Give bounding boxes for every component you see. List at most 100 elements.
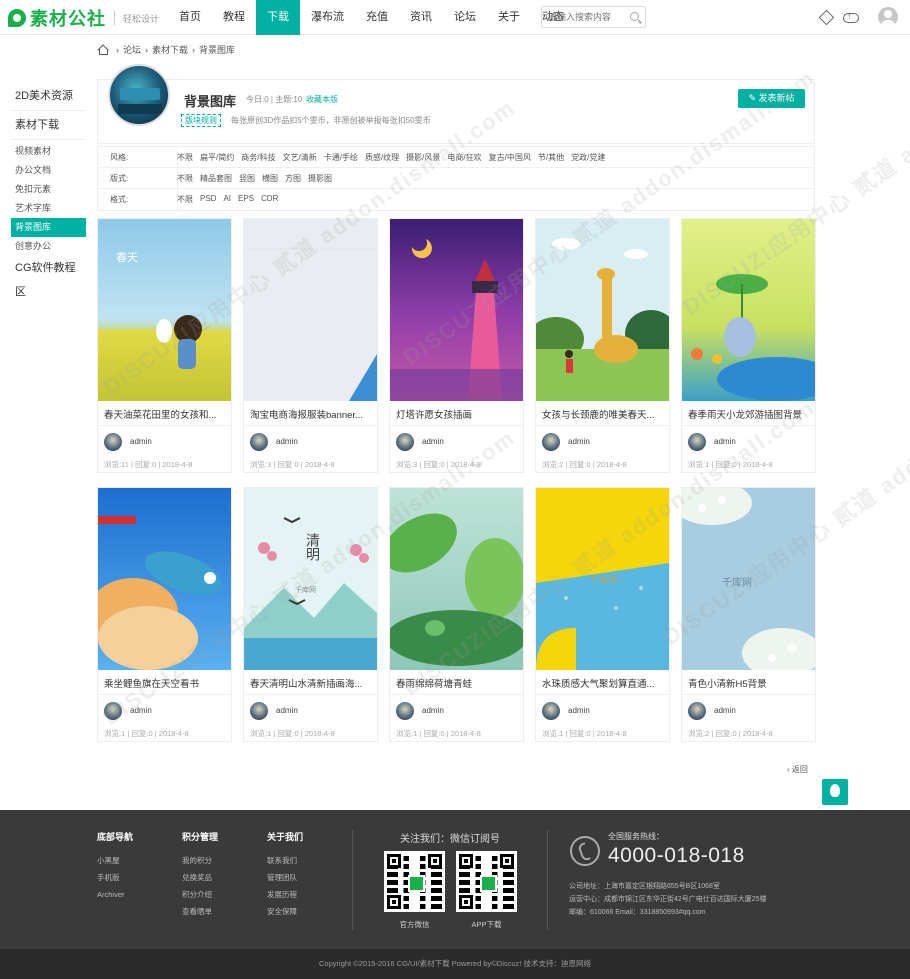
- post-title[interactable]: 水珠质感大气聚划算直通...: [542, 676, 664, 690]
- post-thumbnail[interactable]: 春天: [98, 219, 231, 401]
- search-input[interactable]: [542, 7, 622, 27]
- post-card[interactable]: 女孩与长颈鹿的唯美春天... admin 浏览:2 | 回复:0 | 2018-…: [535, 218, 670, 473]
- post-author[interactable]: admin: [422, 437, 444, 446]
- post-author[interactable]: admin: [568, 706, 590, 715]
- filter-option[interactable]: 扁平/简约: [200, 152, 241, 163]
- post-author[interactable]: admin: [714, 437, 736, 446]
- filter-option[interactable]: 节/其他: [538, 152, 571, 163]
- author-avatar[interactable]: [688, 702, 706, 720]
- home-icon[interactable]: [97, 44, 108, 55]
- post-thumbnail[interactable]: 千库网: [536, 488, 669, 670]
- post-title[interactable]: 青色小清新H5背景: [688, 676, 810, 690]
- nav-about[interactable]: 关于: [487, 0, 531, 35]
- footer-link[interactable]: 我的积分: [182, 852, 218, 869]
- filter-option[interactable]: AI: [223, 194, 238, 205]
- post-thumbnail[interactable]: [98, 488, 231, 670]
- post-thumbnail[interactable]: [390, 488, 523, 670]
- favorite-forum-link[interactable]: 收藏本版: [306, 94, 338, 105]
- footer-link[interactable]: 联系我们: [267, 852, 303, 869]
- filter-option[interactable]: 不限: [177, 173, 200, 184]
- sidebar-item-fonts[interactable]: 艺术字库: [11, 199, 86, 218]
- nav-forum[interactable]: 论坛: [443, 0, 487, 35]
- post-author[interactable]: admin: [130, 706, 152, 715]
- footer-link[interactable]: 积分介绍: [182, 886, 218, 903]
- author-avatar[interactable]: [542, 702, 560, 720]
- post-card[interactable]: 春天 春天油菜花田里的女孩和... admin 浏览:11 | 回复:0 | 2…: [97, 218, 232, 473]
- sidebar-item-creative-office[interactable]: 创意办公: [11, 237, 86, 256]
- post-thumbnail[interactable]: [682, 219, 815, 401]
- filter-option[interactable]: 复古/中国风: [489, 152, 538, 163]
- post-card[interactable]: 春雨绵绵荷塘青蛙 admin 浏览:1 | 回复:0 | 2018-4-8: [389, 487, 524, 742]
- filter-option[interactable]: 横图: [262, 173, 285, 184]
- post-thumbnail[interactable]: 千库网: [682, 488, 815, 670]
- filter-option[interactable]: 方图: [285, 173, 308, 184]
- post-title[interactable]: 春天清明山水清新插画海...: [250, 676, 372, 690]
- author-avatar[interactable]: [104, 702, 122, 720]
- user-avatar[interactable]: [878, 7, 898, 27]
- post-title[interactable]: 春天油菜花田里的女孩和...: [104, 407, 226, 421]
- author-avatar[interactable]: [688, 433, 706, 451]
- search-icon[interactable]: [630, 12, 639, 21]
- author-avatar[interactable]: [250, 433, 268, 451]
- filter-option[interactable]: 不限: [177, 152, 200, 163]
- footer-link[interactable]: 兑换奖品: [182, 869, 218, 886]
- nav-download[interactable]: 下载: [256, 0, 300, 35]
- author-avatar[interactable]: [250, 702, 268, 720]
- footer-link[interactable]: Archiver: [97, 886, 133, 903]
- footer-link[interactable]: 手机版: [97, 869, 133, 886]
- filter-option[interactable]: 竖图: [239, 173, 262, 184]
- sidebar-item-cg-tutorial[interactable]: CG软件教程区: [11, 256, 86, 298]
- post-author[interactable]: admin: [568, 437, 590, 446]
- nav-news[interactable]: 资讯: [399, 0, 443, 35]
- breadcrumb-forum[interactable]: 论坛: [123, 43, 141, 56]
- filter-option[interactable]: 党政/党建: [571, 152, 612, 163]
- filter-option[interactable]: 不限: [177, 194, 200, 205]
- filter-option[interactable]: EPS: [238, 194, 261, 205]
- nav-recharge[interactable]: 充值: [355, 0, 399, 35]
- post-author[interactable]: admin: [276, 437, 298, 446]
- post-title[interactable]: 淘宝电商海报服装banner...: [250, 407, 372, 421]
- post-author[interactable]: admin: [714, 706, 736, 715]
- breadcrumb-download[interactable]: 素材下载: [152, 43, 188, 56]
- filter-option[interactable]: 摄影/风景: [406, 152, 447, 163]
- nav-home[interactable]: 首页: [168, 0, 212, 35]
- filter-option[interactable]: 文艺/清新: [282, 152, 323, 163]
- site-logo[interactable]: 素材公社 轻松设计: [8, 5, 159, 31]
- post-author[interactable]: admin: [130, 437, 152, 446]
- post-thumbnail[interactable]: [536, 219, 669, 401]
- filter-option[interactable]: 电商/狂欢: [447, 152, 488, 163]
- filter-option[interactable]: CDR: [261, 194, 285, 205]
- post-card[interactable]: 清明 千库网 春天清明山水清新插画海... admin 浏览:1 | 回复:0 …: [243, 487, 378, 742]
- sidebar-item-video[interactable]: 视频素材: [11, 142, 86, 161]
- filter-option[interactable]: 精品套图: [200, 173, 239, 184]
- cloud-upload-icon[interactable]: [843, 10, 859, 24]
- post-card[interactable]: 春季雨天小龙郊游插图背景 admin 浏览:1 | 回复:0 | 2018-4-…: [681, 218, 816, 473]
- footer-link[interactable]: 发展历程: [267, 886, 303, 903]
- filter-option[interactable]: 卡通/手绘: [324, 152, 365, 163]
- post-thumbnail[interactable]: 清明 千库网: [244, 488, 377, 670]
- post-author[interactable]: admin: [276, 706, 298, 715]
- post-card[interactable]: 乘坐鲤鱼旗在天空看书 admin 浏览:1 | 回复:0 | 2018-4-8: [97, 487, 232, 742]
- breadcrumb-current[interactable]: 背景图库: [199, 43, 235, 56]
- sidebar-item-cutout[interactable]: 免扣元素: [11, 180, 86, 199]
- sidebar-item-download[interactable]: 素材下载: [11, 113, 86, 137]
- qq-contact-button[interactable]: [822, 779, 848, 805]
- post-card[interactable]: 灯塔许愿女孩插画 admin 浏览:3 | 回复:0 | 2018-4-8: [389, 218, 524, 473]
- footer-link[interactable]: 管理团队: [267, 869, 303, 886]
- post-title[interactable]: 灯塔许愿女孩插画: [396, 407, 518, 421]
- filter-option[interactable]: 质感/纹理: [365, 152, 406, 163]
- post-thumbnail[interactable]: [244, 219, 377, 401]
- post-card[interactable]: 淘宝电商海报服装banner... admin 浏览:3 | 回复:0 | 20…: [243, 218, 378, 473]
- post-author[interactable]: admin: [422, 706, 444, 715]
- sidebar-item-office-docs[interactable]: 办公文档: [11, 161, 86, 180]
- filter-option[interactable]: 摄影图: [308, 173, 339, 184]
- post-title[interactable]: 女孩与长颈鹿的唯美春天...: [542, 407, 664, 421]
- nav-tutorial[interactable]: 教程: [212, 0, 256, 35]
- filter-option[interactable]: 商务/科技: [241, 152, 282, 163]
- post-title[interactable]: 春季雨天小龙郊游插图背景: [688, 407, 810, 421]
- author-avatar[interactable]: [396, 702, 414, 720]
- post-card[interactable]: 千库网 青色小清新H5背景 admin 浏览:2 | 回复:0 | 2018-4…: [681, 487, 816, 742]
- footer-link[interactable]: 查看晒单: [182, 903, 218, 920]
- author-avatar[interactable]: [542, 433, 560, 451]
- post-card[interactable]: 千库网 水珠质感大气聚划算直通... admin 浏览:1 | 回复:0 | 2…: [535, 487, 670, 742]
